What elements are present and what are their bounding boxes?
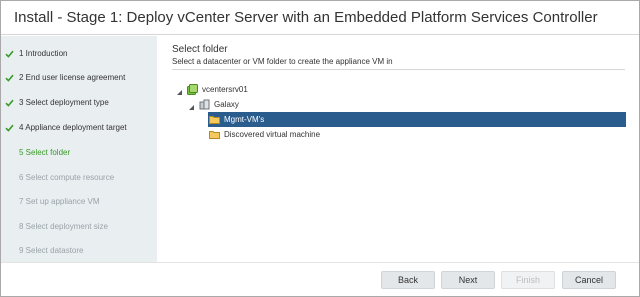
cancel-button[interactable]: Cancel — [562, 271, 616, 289]
expand-arrow-icon[interactable] — [176, 86, 183, 95]
tree-node-folder-selected[interactable]: Mgmt-VM's — [208, 112, 626, 127]
finish-button[interactable]: Finish — [501, 271, 555, 289]
step-introduction[interactable]: 1 Introduction — [1, 42, 157, 66]
tree-node-datacenter[interactable]: Galaxy — [174, 97, 374, 112]
check-icon — [5, 42, 15, 66]
step-label: 7 Set up appliance VM — [19, 197, 100, 206]
step-label: 6 Select compute resource — [19, 173, 115, 182]
folder-icon — [209, 129, 220, 140]
vcenter-icon — [187, 84, 198, 95]
step-deployment-size: 8 Select deployment size — [1, 215, 157, 239]
tree-node-vcenter[interactable]: vcentersrv01 — [174, 82, 374, 97]
step-compute-resource: 6 Select compute resource — [1, 166, 157, 190]
step-label: 9 Select datastore — [19, 246, 84, 255]
step-eula[interactable]: 2 End user license agreement — [1, 66, 157, 90]
tree-node-label: Discovered virtual machine — [224, 130, 321, 139]
step-select-datastore: 9 Select datastore — [1, 239, 157, 263]
expand-arrow-icon[interactable] — [188, 101, 195, 110]
folder-icon — [209, 114, 220, 125]
check-icon — [5, 116, 15, 140]
step-label: 5 Select folder — [19, 148, 71, 157]
main-panel: Select folder Select a datacenter or VM … — [158, 36, 639, 262]
check-icon — [5, 66, 15, 90]
step-deployment-type[interactable]: 3 Select deployment type — [1, 91, 157, 115]
page-title: Select folder — [172, 44, 228, 55]
back-button[interactable]: Back — [381, 271, 435, 289]
tree-node-label: Mgmt-VM's — [224, 115, 265, 124]
tree-node-label: vcentersrv01 — [202, 85, 248, 94]
wizard-footer: Back Next Finish Cancel — [1, 262, 639, 296]
step-deployment-target[interactable]: 4 Appliance deployment target — [1, 116, 157, 140]
step-label: 8 Select deployment size — [19, 222, 108, 231]
title-bar: Install - Stage 1: Deploy vCenter Server… — [1, 1, 639, 35]
step-label: 2 End user license agreement — [19, 73, 126, 82]
step-select-folder[interactable]: 5 Select folder — [1, 141, 157, 165]
step-label: 1 Introduction — [19, 49, 68, 58]
page-description: Select a datacenter or VM folder to crea… — [172, 57, 393, 66]
wizard-steps-sidebar: 1 Introduction 2 End user license agreem… — [1, 36, 157, 262]
check-icon — [5, 91, 15, 115]
tree-node-label: Galaxy — [214, 100, 239, 109]
next-button[interactable]: Next — [441, 271, 495, 289]
divider — [172, 69, 625, 70]
tree-node-folder[interactable]: Discovered virtual machine — [208, 127, 408, 142]
step-label: 3 Select deployment type — [19, 98, 109, 107]
datacenter-icon — [199, 99, 210, 110]
step-label: 4 Appliance deployment target — [19, 123, 127, 132]
window-title: Install - Stage 1: Deploy vCenter Server… — [14, 9, 598, 26]
step-setup-vm: 7 Set up appliance VM — [1, 190, 157, 214]
installer-window: Install - Stage 1: Deploy vCenter Server… — [0, 0, 640, 297]
